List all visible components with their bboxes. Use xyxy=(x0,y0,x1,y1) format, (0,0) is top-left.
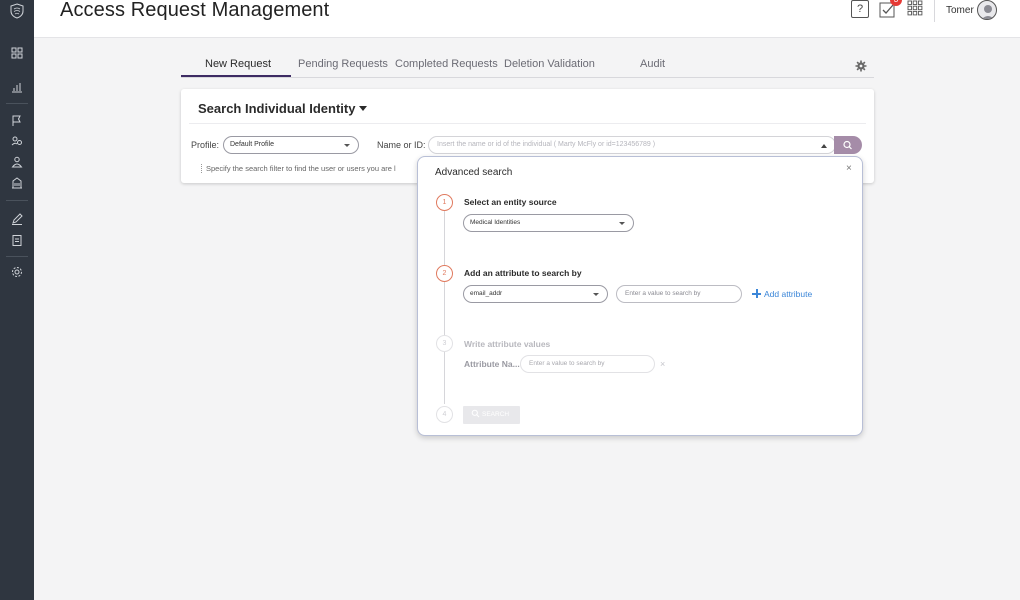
clipboard-icon[interactable] xyxy=(10,233,24,247)
search-card-title-text: Search Individual Identity xyxy=(198,101,356,116)
profile-select-value: Default Profile xyxy=(230,141,274,148)
chevron-down-icon xyxy=(593,293,599,296)
plus-icon xyxy=(752,289,761,298)
step-1-title: Select an entity source xyxy=(464,197,557,207)
remove-attribute-icon[interactable]: × xyxy=(660,359,665,369)
sidebar-divider xyxy=(6,200,28,201)
entity-source-value: Medical Identities xyxy=(470,219,521,226)
search-icon xyxy=(471,409,480,418)
sidebar-divider xyxy=(6,103,28,104)
header-divider xyxy=(934,0,935,22)
advanced-search-button-label: SEARCH xyxy=(482,411,510,418)
search-hint: Specify the search filter to find the us… xyxy=(206,164,396,173)
dashboard-icon[interactable] xyxy=(10,46,24,60)
profile-label: Profile: xyxy=(191,140,220,150)
entity-source-select[interactable]: Medical Identities xyxy=(463,214,634,232)
advanced-search-title: Advanced search xyxy=(435,167,513,178)
user-group-icon[interactable] xyxy=(10,155,24,169)
tab-bar: New Request Pending Requests Completed R… xyxy=(181,52,874,78)
chevron-down-icon xyxy=(619,222,625,225)
app-logo-icon[interactable] xyxy=(8,2,26,20)
tab-new-request[interactable]: New Request xyxy=(205,58,271,70)
avatar[interactable] xyxy=(977,0,997,20)
caret-down-icon xyxy=(359,106,368,111)
attribute-values-placeholder: Enter a value to search by xyxy=(529,360,605,367)
add-attribute-link[interactable]: Add attribute xyxy=(752,289,812,299)
tab-audit[interactable]: Audit xyxy=(640,58,665,70)
user-name[interactable]: Tomer xyxy=(946,5,974,16)
settings-icon[interactable] xyxy=(10,265,24,279)
attribute-value-input[interactable]: Enter a value to search by xyxy=(616,285,742,303)
chevron-down-icon xyxy=(344,144,350,147)
search-icon xyxy=(843,140,852,150)
flag-icon[interactable] xyxy=(10,114,24,128)
attribute-value-placeholder: Enter a value to search by xyxy=(625,290,701,297)
name-or-id-placeholder: Insert the name or id of the individual … xyxy=(437,141,656,148)
step-2-indicator: 2 xyxy=(436,265,453,282)
search-button[interactable] xyxy=(834,136,862,154)
users-icon[interactable] xyxy=(10,134,24,148)
steps-connector xyxy=(444,211,445,404)
page-title: Access Request Management xyxy=(60,0,330,21)
tab-completed-requests[interactable]: Completed Requests xyxy=(395,58,498,70)
gear-icon[interactable] xyxy=(855,60,867,72)
sidebar xyxy=(0,0,34,600)
step-3-title: Write attribute values xyxy=(464,339,551,349)
attribute-select[interactable]: email_addr xyxy=(463,285,608,303)
profile-select[interactable]: Default Profile xyxy=(223,136,359,154)
name-or-id-label: Name or ID: xyxy=(377,140,426,150)
hint-marker xyxy=(201,164,202,173)
help-button[interactable]: ? xyxy=(851,0,869,18)
step-3-indicator: 3 xyxy=(436,335,453,352)
apps-grid-icon[interactable] xyxy=(907,0,923,16)
add-attribute-label: Add attribute xyxy=(764,289,813,299)
sidebar-divider xyxy=(6,256,28,257)
search-card-title[interactable]: Search Individual Identity xyxy=(198,101,368,116)
edit-icon[interactable] xyxy=(10,212,24,226)
advanced-search-panel: Advanced search × 1 Select an entity sou… xyxy=(417,156,863,436)
tab-deletion-validation[interactable]: Deletion Validation xyxy=(504,58,595,70)
attribute-values-input[interactable]: Enter a value to search by xyxy=(520,355,655,373)
step-2-title: Add an attribute to search by xyxy=(464,268,582,278)
tab-pending-requests[interactable]: Pending Requests xyxy=(298,58,388,70)
close-icon[interactable]: × xyxy=(846,163,852,174)
active-tab-indicator xyxy=(181,75,291,77)
attribute-select-value: email_addr xyxy=(470,290,503,297)
name-or-id-input[interactable]: Insert the name or id of the individual … xyxy=(428,136,836,154)
attribute-name-label: Attribute Na... xyxy=(464,359,520,369)
advanced-search-button[interactable]: SEARCH xyxy=(463,406,520,424)
building-icon[interactable] xyxy=(10,176,24,190)
card-divider xyxy=(189,123,866,124)
analytics-icon[interactable] xyxy=(10,80,24,94)
user-avatar-icon xyxy=(981,5,995,19)
step-4-indicator: 4 xyxy=(436,406,453,423)
app-header: Access Request Management ? 3 Tomer xyxy=(34,0,1020,38)
step-1-indicator: 1 xyxy=(436,194,453,211)
caret-up-icon[interactable] xyxy=(821,144,827,148)
